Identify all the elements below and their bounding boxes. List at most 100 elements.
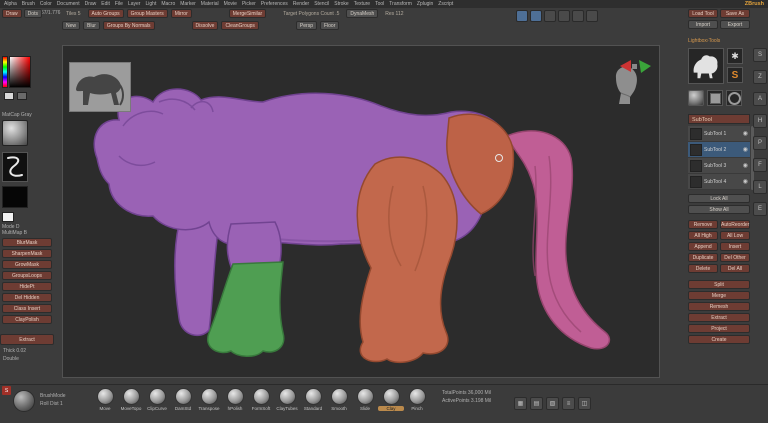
simple-brush-tool-thumbnail[interactable]: S — [727, 67, 743, 83]
subtool-action-button[interactable]: AutoReorder — [720, 220, 750, 229]
right-shelf-icon[interactable]: A — [753, 92, 767, 106]
brush-preset[interactable]: Clay — [378, 388, 404, 411]
menu-item[interactable]: Color — [40, 1, 52, 7]
shelf-button[interactable]: CleanGroups — [221, 21, 258, 30]
alpha-thumbnail[interactable] — [2, 186, 28, 208]
texture-thumbnail[interactable] — [2, 212, 14, 222]
subtool-row[interactable]: SubTool 1 ◉ — [688, 126, 750, 142]
menu-item[interactable]: Layer — [128, 1, 141, 7]
visibility-eye-icon[interactable]: ◉ — [743, 147, 748, 153]
subtool-row[interactable]: SubTool 4 ◉ — [688, 174, 750, 190]
right-shelf-icon[interactable]: F — [753, 158, 767, 172]
shelf-button[interactable]: Res 112 — [381, 9, 407, 18]
brush-preset[interactable]: FormSoft — [248, 388, 274, 411]
shelf-button[interactable]: Dissolve — [192, 21, 219, 30]
bottom-bar-icon[interactable]: ◫ — [578, 397, 591, 410]
menu-item[interactable]: Render — [293, 1, 309, 7]
menu-item[interactable]: Tool — [375, 1, 384, 7]
menu-item[interactable]: Material — [201, 1, 219, 7]
sculpt-canvas[interactable] — [62, 45, 660, 378]
bottom-bar-icon[interactable]: ▦ — [514, 397, 527, 410]
subtool-action-button[interactable]: Append — [688, 242, 718, 251]
visibility-eye-icon[interactable]: ◉ — [743, 163, 748, 169]
subtool-action-button[interactable]: Delete — [688, 264, 718, 273]
subtool-merge-button[interactable]: Extract — [688, 313, 750, 322]
extract-double-toggle[interactable]: Double — [3, 356, 19, 362]
current-tool-thumbnail[interactable] — [688, 48, 724, 84]
brush-preset[interactable]: Move — [92, 388, 118, 411]
subtool-action-button[interactable]: Del All — [720, 264, 750, 273]
shelf-icon[interactable] — [516, 10, 528, 22]
shelf-icon[interactable] — [558, 10, 570, 22]
menu-item[interactable]: Macro — [161, 1, 175, 7]
tool-button[interactable]: Export — [720, 20, 750, 29]
menu-item[interactable]: Marker — [180, 1, 196, 7]
brush-preset[interactable]: DamStd — [170, 388, 196, 411]
menu-item[interactable]: Stencil — [314, 1, 329, 7]
brush-preset[interactable]: Transpose — [196, 388, 222, 411]
subtool-header[interactable]: SubTool — [688, 114, 750, 124]
menu-item[interactable]: Transform — [389, 1, 412, 7]
bottom-bar-icon[interactable]: ▧ — [546, 397, 559, 410]
mask-button[interactable]: ClayPolish — [2, 315, 52, 324]
subtool-action-button[interactable]: Remove — [688, 220, 718, 229]
subtool-action-button[interactable]: All Low — [720, 231, 750, 240]
color-picker[interactable] — [9, 56, 31, 88]
secondary-color-swatch[interactable] — [17, 92, 27, 100]
shelf-button[interactable]: Tiles 5 — [62, 9, 85, 18]
recent-tool-cube-thumbnail[interactable] — [707, 90, 723, 106]
subtool-row[interactable]: SubTool 3 ◉ — [688, 158, 750, 174]
shelf-button[interactable]: Blur — [83, 21, 100, 30]
shelf-button[interactable]: Auto Groups — [88, 9, 124, 18]
shelf-button[interactable]: New — [62, 21, 80, 30]
menu-item[interactable]: Stroke — [334, 1, 348, 7]
recent-tool-ring-thumbnail[interactable] — [726, 90, 742, 106]
brush-preset[interactable]: Slide — [352, 388, 378, 411]
menu-item[interactable]: File — [115, 1, 123, 7]
subtool-merge-button[interactable]: Merge — [688, 291, 750, 300]
brush-preset[interactable]: hPolish — [222, 388, 248, 411]
current-brush-thumbnail[interactable] — [13, 390, 35, 412]
shelf-button[interactable]: Groups By Normals — [103, 21, 155, 30]
tool-button[interactable]: Load Tool — [688, 9, 718, 18]
tool-button[interactable]: Save As — [720, 9, 750, 18]
brush-preset[interactable]: ClayTubes — [274, 388, 300, 411]
tool-button[interactable]: Import — [688, 20, 718, 29]
right-shelf-icon[interactable]: Z — [753, 70, 767, 84]
subtool-row[interactable]: SubTool 2 ◉ — [688, 142, 750, 158]
right-shelf-icon[interactable]: S — [753, 48, 767, 62]
left-top-button[interactable]: Dots — [24, 9, 42, 18]
shelf-icon[interactable] — [572, 10, 584, 22]
right-shelf-icon[interactable]: E — [753, 202, 767, 216]
brush-preset[interactable]: ClipCurve — [144, 388, 170, 411]
stroke-thumbnail[interactable] — [2, 152, 28, 182]
brush-preset[interactable]: Smooth — [326, 388, 352, 411]
shelf-icon[interactable] — [586, 10, 598, 22]
shelf-button[interactable]: Floor — [320, 21, 339, 30]
mask-button[interactable]: GrowMask — [2, 260, 52, 269]
menu-item[interactable]: Edit — [101, 1, 110, 7]
orientation-gizmo[interactable] — [619, 56, 653, 76]
extract-button[interactable]: Extract — [0, 334, 54, 345]
material-thumbnail[interactable] — [2, 120, 28, 146]
menu-item[interactable]: Light — [145, 1, 156, 7]
mask-button[interactable]: HidePt — [2, 282, 52, 291]
lock-all-button[interactable]: Lock All — [688, 194, 750, 203]
lightbox-tools-link[interactable]: Lightbox›Tools — [688, 38, 720, 44]
visibility-eye-icon[interactable]: ◉ — [743, 131, 748, 137]
subtool-action-button[interactable]: Del Other — [720, 253, 750, 262]
mask-button[interactable]: Del Hidden — [2, 293, 52, 302]
subtool-action-button[interactable]: Duplicate — [688, 253, 718, 262]
symmetry-badge[interactable]: S — [2, 386, 11, 395]
shelf-icon[interactable] — [530, 10, 542, 22]
subtool-merge-button[interactable]: Project — [688, 324, 750, 333]
visibility-eye-icon[interactable]: ◉ — [743, 179, 748, 185]
subtool-action-button[interactable]: All High — [688, 231, 718, 240]
nav-thumbnail[interactable] — [69, 62, 131, 112]
mask-button[interactable]: BlurMask — [2, 238, 52, 247]
right-shelf-icon[interactable]: P — [753, 136, 767, 150]
mask-button[interactable]: GroupsLoops — [2, 271, 52, 280]
shelf-button[interactable]: Persp — [296, 21, 317, 30]
shelf-button[interactable]: MergeSimilar — [229, 9, 266, 18]
show-all-button[interactable]: Show All — [688, 205, 750, 214]
